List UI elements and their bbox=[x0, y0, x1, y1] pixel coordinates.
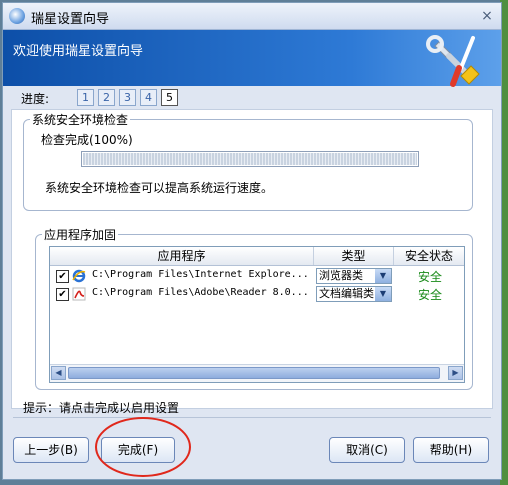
chevron-down-icon[interactable]: ▼ bbox=[375, 287, 391, 301]
step-1: 1 bbox=[77, 89, 94, 106]
back-button[interactable]: 上一步(B) bbox=[13, 437, 89, 463]
security-status: 安全 bbox=[417, 270, 442, 284]
column-header-application[interactable]: 应用程序 bbox=[50, 247, 314, 265]
row-checkbox[interactable]: ✔ bbox=[56, 270, 69, 283]
step-4: 4 bbox=[140, 89, 157, 106]
table-row[interactable]: ✔ C:\Program Files\Internet Explore... 浏… bbox=[50, 267, 464, 285]
setup-wizard-window: 瑞星设置向导 × 欢迎使用瑞星设置向导 进度: 1 2 3 4 5 系统安全环境… bbox=[2, 2, 502, 480]
check-status-text: 检查完成(100%) bbox=[41, 133, 133, 147]
type-dropdown-value: 浏览器类 bbox=[319, 269, 363, 282]
security-check-progress-bar bbox=[81, 151, 419, 167]
step-5-current: 5 bbox=[161, 89, 178, 106]
internet-explorer-icon bbox=[72, 269, 86, 283]
chevron-down-icon[interactable]: ▼ bbox=[375, 269, 391, 283]
column-header-security-status[interactable]: 安全状态 bbox=[394, 247, 464, 265]
security-check-title: 系统安全环境检查 bbox=[30, 111, 131, 128]
progress-bar-fill bbox=[83, 153, 417, 165]
welcome-text: 欢迎使用瑞星设置向导 bbox=[13, 44, 144, 59]
hardening-title: 应用程序加固 bbox=[42, 226, 119, 243]
adobe-reader-icon bbox=[72, 287, 86, 301]
close-button[interactable]: × bbox=[479, 8, 495, 24]
horizontal-scrollbar[interactable]: ◀ ▶ bbox=[50, 364, 464, 382]
help-button[interactable]: 帮助(H) bbox=[413, 437, 489, 463]
scroll-right-icon[interactable]: ▶ bbox=[448, 366, 463, 380]
row-checkbox[interactable]: ✔ bbox=[56, 288, 69, 301]
title-bar[interactable]: 瑞星设置向导 × bbox=[3, 3, 501, 30]
table-row[interactable]: ✔ C:\Program Files\Adobe\Reader 8.0... 文… bbox=[50, 285, 464, 303]
wizard-header: 欢迎使用瑞星设置向导 bbox=[3, 30, 501, 87]
cancel-button[interactable]: 取消(C) bbox=[329, 437, 405, 463]
app-hardening-table: 应用程序 类型 安全状态 ✔ C:\Program Files\Internet… bbox=[49, 246, 465, 383]
scroll-left-icon[interactable]: ◀ bbox=[51, 366, 66, 380]
app-path: C:\Program Files\Adobe\Reader 8.0... bbox=[92, 287, 309, 298]
type-dropdown[interactable]: 文档编辑类 ▼ bbox=[316, 286, 392, 302]
step-2: 2 bbox=[98, 89, 115, 106]
table-header: 应用程序 类型 安全状态 bbox=[50, 247, 464, 266]
app-path: C:\Program Files\Internet Explore... bbox=[92, 269, 309, 280]
step-3: 3 bbox=[119, 89, 136, 106]
security-status: 安全 bbox=[417, 288, 442, 302]
highlight-circle bbox=[95, 417, 191, 477]
security-check-description: 系统安全环境检查可以提高系统运行速度。 bbox=[45, 181, 274, 195]
app-logo-icon bbox=[9, 8, 25, 24]
tools-icon bbox=[426, 35, 480, 87]
scrollbar-thumb[interactable] bbox=[68, 367, 440, 379]
type-dropdown-value: 文档编辑类 bbox=[319, 287, 374, 300]
progress-label: 进度: bbox=[21, 92, 50, 106]
window-title: 瑞星设置向导 bbox=[31, 12, 110, 27]
divider bbox=[13, 417, 491, 418]
column-header-type[interactable]: 类型 bbox=[314, 247, 394, 265]
type-dropdown[interactable]: 浏览器类 ▼ bbox=[316, 268, 392, 284]
tip-text: 提示：请点击完成以启用设置 bbox=[23, 401, 180, 415]
